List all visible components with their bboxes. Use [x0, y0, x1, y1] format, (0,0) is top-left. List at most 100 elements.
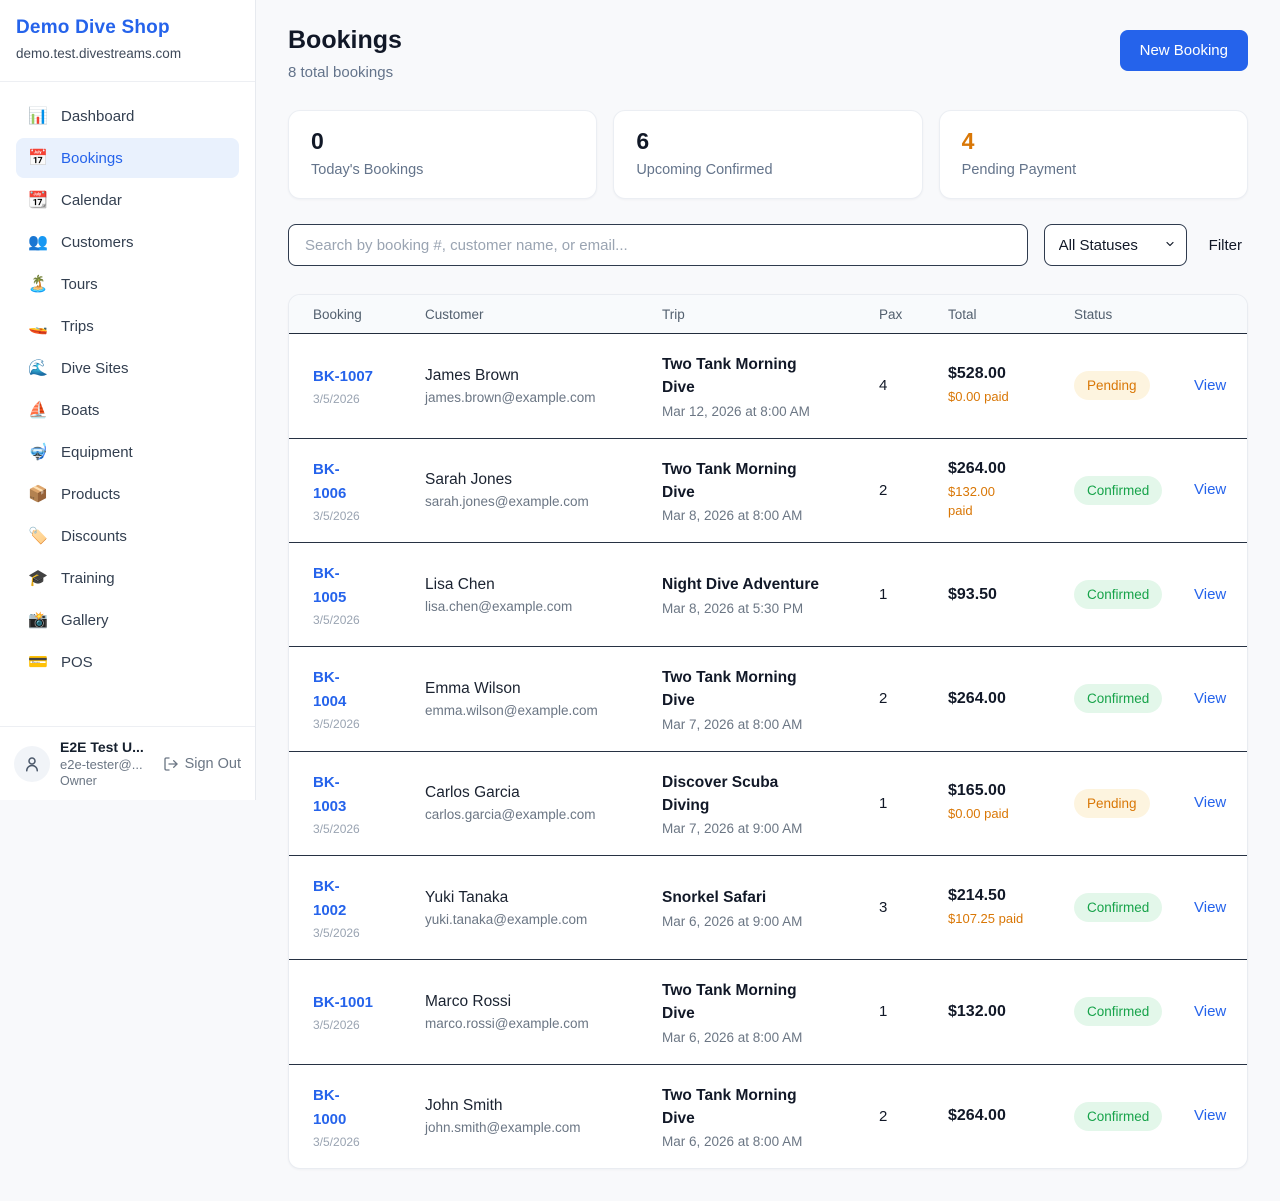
sign-out-button[interactable]: Sign Out [163, 756, 241, 772]
booking-date: 3/5/2026 [313, 1018, 415, 1032]
booking-id-link[interactable]: BK-1001 [313, 991, 373, 1015]
total-cell: $528.00 $0.00 paid [948, 365, 1074, 407]
booking-cell: BK- 1006 3/5/2026 [313, 458, 425, 523]
sidebar-item-customers[interactable]: 👥 Customers [16, 222, 239, 262]
sidebar-item-training[interactable]: 🎓 Training [16, 558, 239, 598]
sidebar-item-label: Training [61, 570, 115, 587]
view-link[interactable]: View [1194, 899, 1226, 916]
customer-cell: Emma Wilson emma.wilson@example.com [425, 680, 662, 718]
user-email: e2e-tester@... [60, 757, 153, 772]
sidebar-item-dashboard[interactable]: 📊 Dashboard [16, 96, 239, 136]
customer-cell: Sarah Jones sarah.jones@example.com [425, 471, 662, 509]
booking-id-link[interactable]: BK- 1003 [313, 771, 346, 819]
view-link[interactable]: View [1194, 1003, 1226, 1020]
booking-date: 3/5/2026 [313, 717, 415, 731]
sidebar-item-boats[interactable]: ⛵ Boats [16, 390, 239, 430]
trip-cell: Two Tank Morning Dive Mar 12, 2026 at 8:… [662, 353, 879, 419]
customer-name: James Brown [425, 367, 652, 385]
action-cell: View [1194, 794, 1236, 812]
booking-id-link[interactable]: BK- 1004 [313, 666, 346, 714]
sidebar-item-label: Trips [61, 318, 94, 335]
status-cell: Pending [1074, 789, 1194, 818]
status-cell: Confirmed [1074, 997, 1194, 1026]
sidebar-item-dive-sites[interactable]: 🌊 Dive Sites [16, 348, 239, 388]
action-cell: View [1194, 899, 1236, 917]
brand-block: Demo Dive Shop demo.test.divestreams.com [0, 0, 255, 82]
table-row: BK- 1000 3/5/2026 John Smith john.smith@… [289, 1065, 1247, 1169]
pos-icon: 💳 [28, 652, 48, 672]
filter-row: All Statuses Filter [288, 224, 1248, 266]
sidebar-item-label: Customers [61, 234, 134, 251]
sidebar-item-pos[interactable]: 💳 POS [16, 642, 239, 682]
total-amount: $528.00 [948, 365, 1064, 383]
status-cell: Confirmed [1074, 476, 1194, 505]
customer-cell: Yuki Tanaka yuki.tanaka@example.com [425, 889, 662, 927]
sidebar-item-label: Equipment [61, 444, 133, 461]
total-cell: $264.00 [948, 690, 1074, 708]
customer-name: Marco Rossi [425, 993, 652, 1011]
view-link[interactable]: View [1194, 690, 1226, 707]
sidebar-item-tours[interactable]: 🏝️ Tours [16, 264, 239, 304]
sidebar-item-products[interactable]: 📦 Products [16, 474, 239, 514]
view-link[interactable]: View [1194, 586, 1226, 603]
view-link[interactable]: View [1194, 481, 1226, 498]
booking-id-link[interactable]: BK- 1000 [313, 1084, 346, 1132]
sidebar-item-label: Gallery [61, 612, 109, 629]
new-booking-button[interactable]: New Booking [1120, 30, 1248, 71]
view-link[interactable]: View [1194, 794, 1226, 811]
view-link[interactable]: View [1194, 377, 1226, 394]
paid-amount: $107.25 paid [948, 910, 1064, 929]
trip-cell: Two Tank Morning Dive Mar 8, 2026 at 8:0… [662, 458, 879, 524]
booking-cell: BK-1007 3/5/2026 [313, 365, 425, 406]
status-badge: Pending [1074, 371, 1150, 400]
booking-id-link[interactable]: BK- 1005 [313, 562, 346, 610]
sidebar-item-calendar[interactable]: 📆 Calendar [16, 180, 239, 220]
customer-email: sarah.jones@example.com [425, 494, 652, 509]
status-badge: Confirmed [1074, 684, 1162, 713]
table-header: BookingCustomerTripPaxTotalStatus [289, 295, 1247, 334]
total-cell: $93.50 [948, 586, 1074, 604]
trip-time: Mar 6, 2026 at 9:00 AM [662, 914, 869, 929]
trip-time: Mar 6, 2026 at 8:00 AM [662, 1134, 869, 1149]
action-cell: View [1194, 377, 1236, 395]
sidebar-nav: 📊 Dashboard 📅 Bookings 📆 Calendar 👥 Cust… [0, 82, 255, 726]
status-select[interactable]: All Statuses [1044, 224, 1187, 266]
stat-label: Upcoming Confirmed [636, 162, 899, 178]
status-badge: Confirmed [1074, 580, 1162, 609]
status-cell: Confirmed [1074, 580, 1194, 609]
booking-id-link[interactable]: BK-1007 [313, 365, 373, 389]
sidebar-item-trips[interactable]: 🚤 Trips [16, 306, 239, 346]
trip-cell: Two Tank Morning Dive Mar 6, 2026 at 8:0… [662, 1084, 879, 1150]
total-amount: $93.50 [948, 586, 1064, 604]
sidebar-item-gallery[interactable]: 📸 Gallery [16, 600, 239, 640]
status-cell: Pending [1074, 371, 1194, 400]
customer-cell: Carlos Garcia carlos.garcia@example.com [425, 784, 662, 822]
booking-id-link[interactable]: BK- 1002 [313, 875, 346, 923]
filter-button[interactable]: Filter [1203, 237, 1248, 254]
view-link[interactable]: View [1194, 1107, 1226, 1124]
booking-id-link[interactable]: BK- 1006 [313, 458, 346, 506]
action-cell: View [1194, 1107, 1236, 1125]
sidebar-item-discounts[interactable]: 🏷️ Discounts [16, 516, 239, 556]
total-amount: $264.00 [948, 1107, 1064, 1125]
status-badge: Confirmed [1074, 997, 1162, 1026]
sidebar-item-equipment[interactable]: 🤿 Equipment [16, 432, 239, 472]
sidebar-item-bookings[interactable]: 📅 Bookings [16, 138, 239, 178]
status-badge: Confirmed [1074, 1102, 1162, 1131]
avatar [14, 746, 50, 782]
tours-icon: 🏝️ [28, 274, 48, 294]
paid-amount: $0.00 paid [948, 805, 1064, 824]
pax-count: 1 [879, 1003, 948, 1020]
action-cell: View [1194, 481, 1236, 499]
customers-icon: 👥 [28, 232, 48, 252]
total-amount: $264.00 [948, 690, 1064, 708]
trip-cell: Night Dive Adventure Mar 8, 2026 at 5:30… [662, 573, 879, 615]
paid-amount: $0.00 paid [948, 388, 1064, 407]
sidebar-item-label: Tours [61, 276, 98, 293]
customer-email: yuki.tanaka@example.com [425, 912, 652, 927]
customer-email: marco.rossi@example.com [425, 1016, 652, 1031]
total-cell: $165.00 $0.00 paid [948, 782, 1074, 824]
search-input[interactable] [288, 224, 1028, 266]
table-row: BK- 1003 3/5/2026 Carlos Garcia carlos.g… [289, 752, 1247, 857]
column-header: Booking [313, 307, 425, 322]
